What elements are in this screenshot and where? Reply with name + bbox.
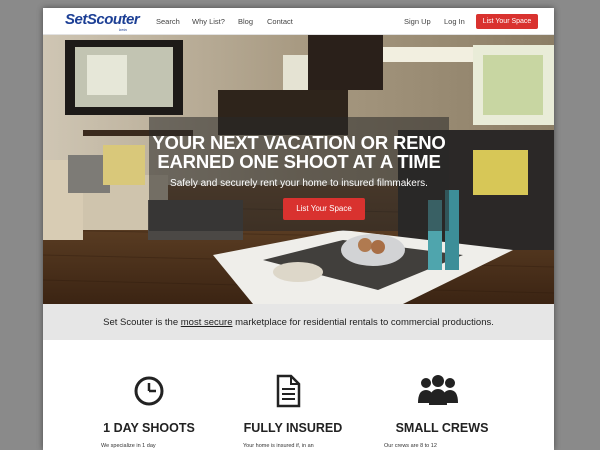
nav-link-contact[interactable]: Contact [267,17,293,26]
logo-beta-label: beta [119,27,127,32]
tagline-before: Set Scouter is the [103,317,181,328]
feature-text: Our crews are 8 to 12 [384,443,437,449]
nav-link-blog[interactable]: Blog [238,17,253,26]
clock-icon [43,373,213,409]
feature-text: Your home is insured if, in an [243,443,314,449]
document-icon [213,373,383,409]
tagline-emphasis-link[interactable]: most secure [181,317,233,328]
hero-headline-line-2: EARNED ONE SHOOT AT A TIME [157,151,441,172]
group-icon [383,373,553,409]
hero-subtitle: Safely and securely rent your home to in… [170,178,428,189]
hero-list-your-space-button[interactable]: List Your Space [283,198,365,220]
feature-title: SMALL CREWS [395,421,489,435]
nav-list-your-space-button[interactable]: List Your Space [476,14,538,29]
tagline-after: marketplace for residential rentals to c… [232,317,494,328]
nav-link-log-in[interactable]: Log In [444,17,465,26]
hero-headline-line-1: YOUR NEXT VACATION OR RENO [152,132,446,153]
feature-text: We specialize in 1 day [101,443,156,449]
nav-link-why-list[interactable]: Why List? [192,17,225,26]
top-navigation: SetScouter beta Search Why List? Blog Co… [43,8,554,35]
feature-title: FULLY INSURED [243,421,343,435]
hero-section: YOUR NEXT VACATION OR RENO EARNED ONE SH… [43,35,554,304]
hero-headline: YOUR NEXT VACATION OR RENO EARNED ONE SH… [149,133,449,171]
landing-page: SetScouter beta Search Why List? Blog Co… [43,8,554,450]
tagline-band: Set Scouter is the most secure marketpla… [43,304,554,340]
site-logo[interactable]: SetScouter [65,11,140,28]
nav-link-sign-up[interactable]: Sign Up [404,17,431,26]
tagline-text: Set Scouter is the most secure marketpla… [43,317,554,328]
nav-link-search[interactable]: Search [156,17,180,26]
